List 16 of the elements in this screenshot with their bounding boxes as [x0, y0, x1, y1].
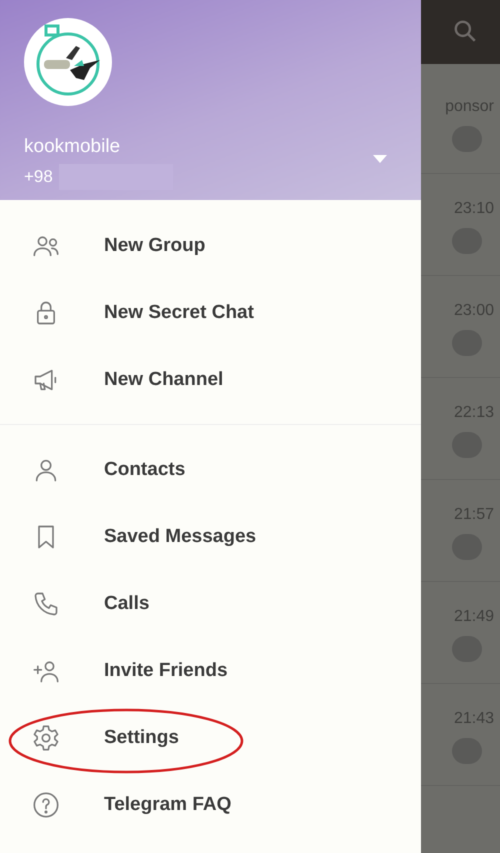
menu-item[interactable]: Calls: [0, 570, 421, 637]
dropdown-arrow-icon[interactable]: [372, 154, 388, 164]
menu-item[interactable]: Contacts: [0, 436, 421, 503]
search-icon[interactable]: [452, 18, 478, 44]
gear-icon: [32, 724, 60, 752]
help-icon: [32, 790, 60, 818]
menu-item[interactable]: Saved Messages: [0, 503, 421, 570]
menu-item[interactable]: New Group: [0, 212, 421, 279]
menu-item[interactable]: Invite Friends: [0, 637, 421, 704]
menu-item[interactable]: Telegram FAQ: [0, 771, 421, 838]
menu-item[interactable]: Settings: [0, 704, 421, 771]
menu-item[interactable]: New Secret Chat: [0, 279, 421, 346]
account-name: kookmobile: [24, 136, 120, 158]
phone-icon: [32, 590, 60, 618]
menu-item[interactable]: New Channel: [0, 346, 421, 413]
phone-number: +98: [24, 167, 53, 187]
